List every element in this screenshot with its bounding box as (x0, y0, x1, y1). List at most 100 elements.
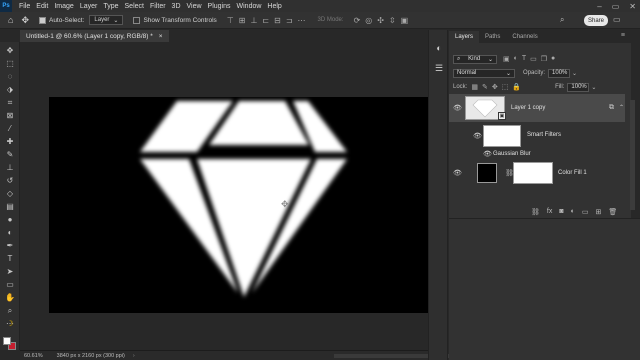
align-middle-icon[interactable]: ⊞ (239, 16, 246, 25)
blend-mode-dropdown[interactable]: Normal ⌄ (453, 68, 515, 78)
menu-3d[interactable]: 3D (169, 3, 184, 10)
menu-window[interactable]: Window (234, 3, 265, 10)
hand-tool-icon[interactable]: ✋ (4, 292, 16, 303)
menu-type[interactable]: Type (100, 3, 121, 10)
frame-tool-icon[interactable]: ⊠ (4, 110, 16, 121)
crop-tool-icon[interactable]: ⌗ (4, 97, 16, 108)
add-mask-icon[interactable]: ◙ (559, 208, 563, 216)
opacity-field[interactable]: 100% (548, 68, 571, 78)
menu-layer[interactable]: Layer (77, 3, 101, 10)
gaussian-blur-row[interactable]: 👁 Gaussian Blur (449, 148, 625, 160)
lock-pixels-icon[interactable]: ▦ (471, 83, 478, 91)
align-center-icon[interactable]: ⊟ (274, 16, 281, 25)
new-layer-icon[interactable]: ⊞ (595, 208, 601, 216)
panel-menu-icon[interactable]: ≡ (621, 32, 625, 39)
zoom-tool-icon[interactable]: ⌕ (4, 305, 16, 316)
layer-name[interactable]: Layer 1 copy (511, 105, 545, 111)
scale-3d-icon[interactable]: ▣ (401, 16, 409, 25)
layer-row-color-fill-1[interactable]: 👁 ⛓ Color Fill 1 (449, 160, 625, 186)
dodge-tool-icon[interactable]: ◐ (4, 227, 16, 238)
filter-kind-dropdown[interactable]: ⌕ Kind ⌄ (453, 54, 497, 64)
adjustment-filter-icon[interactable]: ◐ (514, 55, 518, 63)
lock-paint-icon[interactable]: ✎ (482, 83, 488, 91)
share-button[interactable]: Share (584, 15, 608, 26)
lock-position-icon[interactable]: ✥ (492, 83, 498, 91)
canvas[interactable]: ✥ (49, 97, 435, 313)
visibility-eye-icon[interactable]: 👁 (453, 169, 462, 177)
close-window-button[interactable]: ✕ (629, 2, 636, 11)
visibility-eye-icon[interactable]: 👁 (473, 132, 482, 140)
type-tool-icon[interactable]: T (4, 253, 16, 264)
tab-channels[interactable]: Channels (506, 31, 543, 43)
workspace-icon[interactable]: ▭ (613, 15, 621, 24)
rotate-3d-icon[interactable]: ⟳ (354, 16, 361, 25)
align-bottom-icon[interactable]: ⊥ (250, 16, 257, 25)
document-tab[interactable]: Untitled-1 @ 60.6% (Layer 1 copy, RGB/8)… (20, 30, 169, 42)
add-style-icon[interactable]: fx (547, 208, 552, 216)
menu-plugins[interactable]: Plugins (205, 3, 234, 10)
smart-filters-row[interactable]: 👁 Smart Filters (449, 123, 625, 149)
layers-scrollbar[interactable] (630, 100, 635, 210)
foreground-color-swatch[interactable] (3, 337, 11, 345)
home-icon[interactable]: ⌂ (8, 15, 13, 25)
align-left-icon[interactable]: ⊏ (262, 16, 269, 25)
menu-file[interactable]: File (16, 3, 33, 10)
move-tool-icon[interactable]: ✥ (4, 45, 16, 56)
eyedropper-tool-icon[interactable]: ⁄ (4, 123, 16, 134)
distribute-icon[interactable]: ⋯ (298, 16, 306, 25)
history-brush-tool-icon[interactable]: ↺ (4, 175, 16, 186)
tab-paths[interactable]: Paths (479, 31, 506, 43)
rectangle-tool-icon[interactable]: ▭ (4, 279, 16, 290)
minimize-button[interactable]: – (597, 2, 601, 11)
collapse-effects-icon[interactable]: ⌃ (619, 104, 624, 111)
healing-brush-tool-icon[interactable]: ✚ (4, 136, 16, 147)
maximize-button[interactable]: ▭ (612, 2, 620, 11)
artboard-tool-icon[interactable]: ⬚ (4, 58, 16, 69)
adjustment-layer-icon[interactable]: ◐ (571, 208, 575, 216)
brush-tool-icon[interactable]: ✎ (4, 149, 16, 160)
slide-3d-icon[interactable]: ⇳ (389, 16, 396, 25)
fill-field[interactable]: 100% (567, 82, 590, 92)
roll-3d-icon[interactable]: ◎ (365, 16, 372, 25)
auto-select-target-dropdown[interactable]: Layer ⌄ (89, 15, 124, 25)
auto-select-checkbox[interactable] (38, 16, 46, 24)
menu-edit[interactable]: Edit (33, 3, 51, 10)
status-expand-icon[interactable]: › (133, 353, 135, 359)
layer-row-layer-1-copy[interactable]: 👁 ▣ Layer 1 copy ⧉ ⌃ (449, 94, 625, 122)
align-right-icon[interactable]: ⊐ (286, 16, 293, 25)
smart-filter-indicator-icon[interactable]: ⧉ (609, 104, 614, 112)
drag-3d-icon[interactable]: ✣ (377, 16, 384, 25)
zoom-level[interactable]: 60.61% (24, 353, 43, 359)
move-tool-icon[interactable]: ✥ (21, 15, 29, 26)
menu-filter[interactable]: Filter (147, 3, 169, 10)
pixel-filter-icon[interactable]: ▣ (503, 55, 510, 63)
lock-all-icon[interactable]: 🔒 (512, 83, 521, 91)
menu-select[interactable]: Select (122, 3, 147, 10)
align-top-icon[interactable]: ⊤ (227, 16, 234, 25)
visibility-eye-icon[interactable]: 👁 (453, 104, 462, 112)
gradient-tool-icon[interactable]: ▤ (4, 201, 16, 212)
layer-name[interactable]: Color Fill 1 (558, 170, 587, 176)
smart-object-filter-icon[interactable]: ❐ (541, 55, 547, 63)
chevron-down-icon[interactable]: ⌄ (572, 70, 577, 77)
lasso-tool-icon[interactable]: ◌ (4, 71, 16, 82)
visibility-eye-icon[interactable]: 👁 (483, 150, 492, 158)
pen-tool-icon[interactable]: ✒ (4, 240, 16, 251)
tab-layers[interactable]: Layers (449, 31, 480, 43)
new-group-icon[interactable]: ▭ (582, 208, 589, 216)
menu-image[interactable]: Image (51, 3, 76, 10)
object-select-tool-icon[interactable]: ⬗ (4, 84, 16, 95)
chevron-down-icon[interactable]: ⌄ (591, 84, 596, 91)
lock-artboard-icon[interactable]: ⬚ (502, 83, 509, 91)
link-layers-icon[interactable]: ⛓ (531, 208, 540, 216)
menu-view[interactable]: View (184, 3, 205, 10)
close-tab-icon[interactable]: × (159, 33, 163, 40)
adjustments-icon[interactable]: ◐ (433, 42, 445, 54)
delete-layer-icon[interactable]: 🗑 (608, 208, 617, 216)
eraser-tool-icon[interactable]: ◇ (4, 188, 16, 199)
filter-toggle-icon[interactable]: ● (551, 55, 555, 63)
edit-toolbar-icon[interactable]: ☽ (4, 318, 16, 329)
blur-tool-icon[interactable]: ● (4, 214, 16, 225)
shape-filter-icon[interactable]: ▭ (530, 55, 537, 63)
properties-icon[interactable]: ☰ (433, 62, 445, 74)
